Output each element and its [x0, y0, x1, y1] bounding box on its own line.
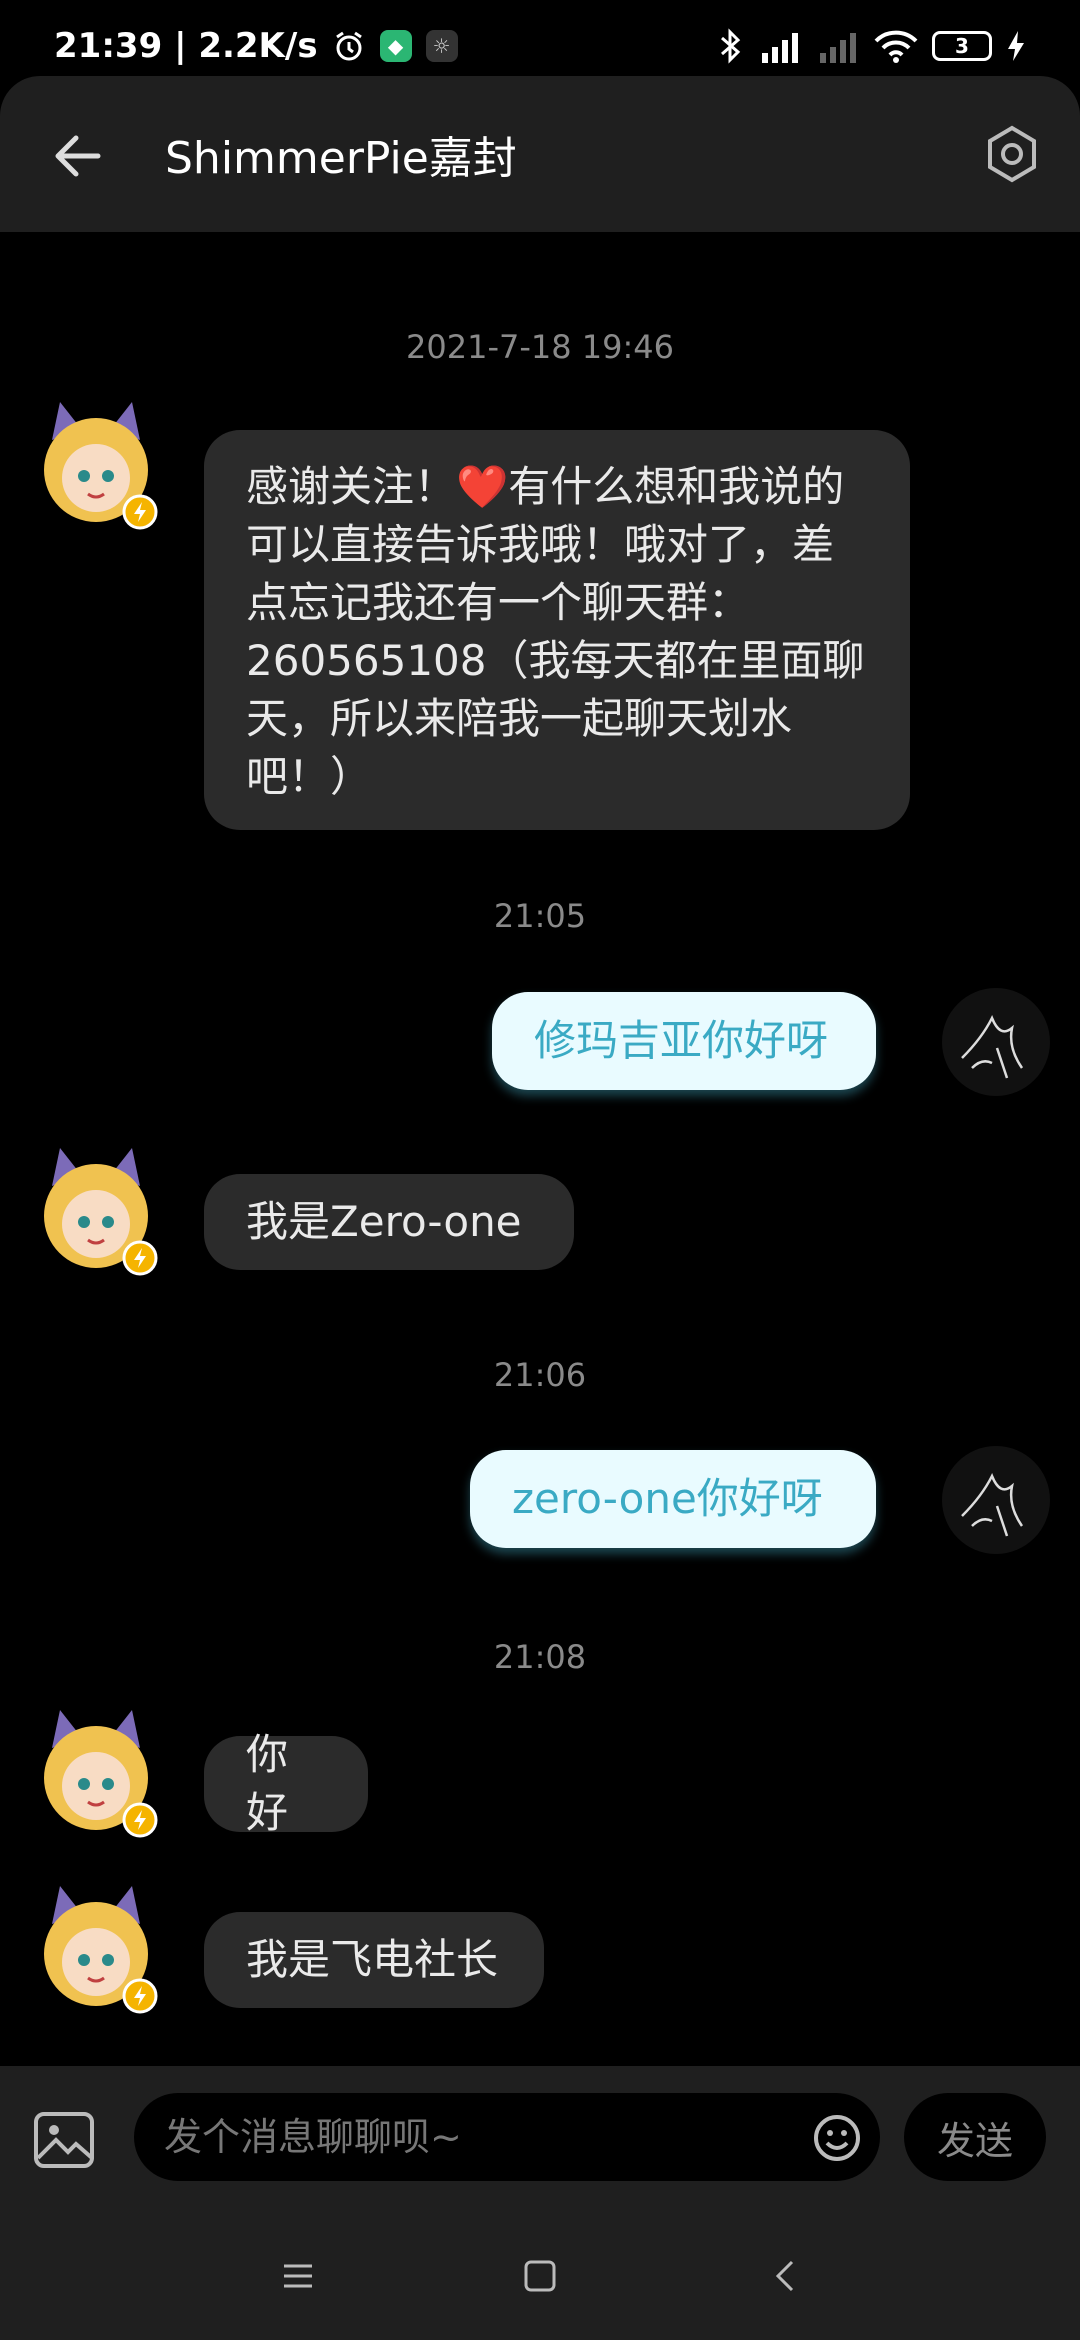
signal-hd-icon	[758, 29, 802, 63]
timestamp: 21:06	[493, 1356, 587, 1394]
chevron-left-icon	[775, 2260, 794, 2292]
anime-girl-avatar-icon	[44, 1710, 158, 1838]
charging-icon	[1006, 29, 1026, 63]
message-text: 我是飞电社长	[246, 1935, 499, 1984]
game-app-icon: ☼	[425, 30, 458, 62]
avatar[interactable]	[30, 1884, 162, 2016]
sketch-avatar-icon	[961, 1472, 1024, 1537]
avatar[interactable]	[30, 400, 162, 532]
settings-button[interactable]	[980, 122, 1044, 186]
wifi-icon	[874, 29, 918, 63]
message-input[interactable]	[134, 2093, 880, 2181]
smiley-icon	[814, 2115, 860, 2161]
message-line: 260565108（我每天都在里面聊	[246, 636, 865, 685]
bluetooth-icon	[718, 28, 744, 64]
sketch-avatar-icon	[961, 1014, 1024, 1079]
anime-girl-avatar-icon	[44, 1886, 158, 2014]
message-text: 修玛吉亚你好呀	[534, 1016, 829, 1065]
anime-girl-avatar-icon	[44, 402, 158, 530]
square-home-icon	[524, 2260, 556, 2292]
timestamp: 2021-7-18 19:46	[406, 328, 674, 366]
message-text: 我是Zero-one	[246, 1197, 522, 1246]
timestamp: 21:05	[493, 897, 587, 935]
message-text: 你好	[246, 1730, 289, 1837]
outgoing-message[interactable]: zero-one你好呀	[470, 1450, 876, 1548]
battery-level: 3	[955, 34, 969, 58]
status-time-speed: 21:39 | 2.2K/s	[54, 26, 318, 66]
incoming-message[interactable]: 感谢关注！❤️有什么想和我说的 可以直接告诉我哦！哦对了，差 点忘记我还有一个聊…	[204, 430, 910, 830]
alarm-icon	[332, 29, 366, 63]
incoming-message[interactable]: 我是Zero-one	[204, 1174, 574, 1270]
message-line: 吧！）	[246, 752, 373, 801]
message-text: zero-one你好呀	[512, 1474, 823, 1523]
chat-title: ShimmerPie嘉封	[165, 133, 517, 184]
message-line: 天，所以来陪我一起聊天划水	[246, 694, 793, 743]
timestamp: 21:08	[493, 1638, 587, 1676]
message-line: 点忘记我还有一个聊天群：	[246, 578, 751, 627]
battery-icon: 3	[932, 31, 992, 61]
chat-header: ShimmerPie嘉封	[0, 76, 1080, 232]
menu-icon	[284, 2264, 312, 2288]
message-line: 可以直接告诉我哦！哦对了，差	[246, 520, 835, 569]
anime-girl-avatar-icon	[44, 1148, 158, 1276]
avatar[interactable]	[30, 1146, 162, 1278]
system-nav-bar	[0, 2206, 1080, 2340]
incoming-message[interactable]: 你好	[204, 1730, 368, 1837]
status-right: 3	[718, 28, 1026, 64]
my-avatar[interactable]	[942, 1446, 1050, 1554]
message-line: 感谢关注！❤️有什么想和我说的	[246, 462, 845, 511]
arrow-left-icon	[55, 135, 101, 177]
image-icon	[34, 2112, 94, 2168]
back-nav-button[interactable]	[766, 2256, 806, 2296]
image-button[interactable]	[32, 2110, 96, 2170]
emoji-button[interactable]	[812, 2113, 862, 2163]
menu-nav-button[interactable]	[278, 2256, 318, 2296]
shield-app-icon: ◆	[379, 30, 412, 62]
my-avatar[interactable]	[942, 988, 1050, 1096]
signal-weak-icon	[816, 29, 860, 63]
status-left: 21:39 | 2.2K/s ◆ ☼	[54, 26, 458, 66]
hexagon-settings-icon	[988, 125, 1036, 183]
outgoing-message[interactable]: 修玛吉亚你好呀	[492, 992, 876, 1090]
home-nav-button[interactable]	[520, 2256, 560, 2296]
message-input-bar: 发送	[0, 2066, 1080, 2206]
incoming-message[interactable]: 我是飞电社长	[204, 1912, 544, 2008]
send-button[interactable]: 发送	[904, 2093, 1046, 2181]
avatar[interactable]	[30, 1708, 162, 1840]
back-button[interactable]	[48, 126, 108, 186]
